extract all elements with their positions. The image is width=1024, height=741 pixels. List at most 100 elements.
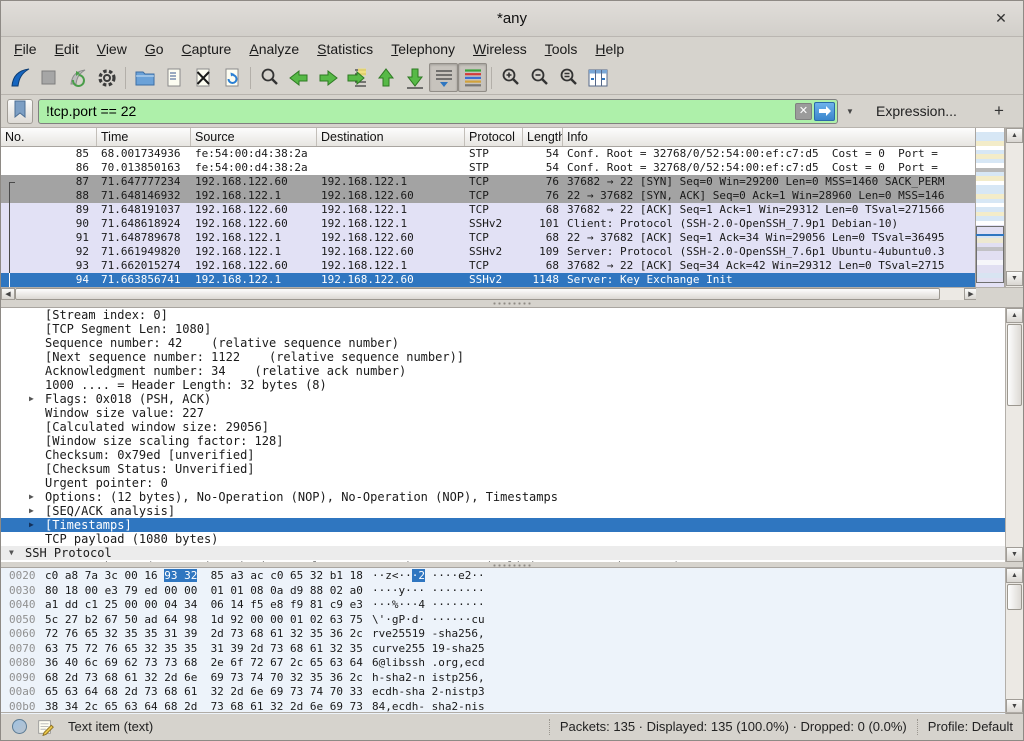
- ascii-bytes[interactable]: ··z<···2 ····e2··: [372, 569, 485, 584]
- zoom-in-button[interactable]: [496, 63, 525, 92]
- column-header-destination[interactable]: Destination: [317, 128, 465, 146]
- hex-row-0080[interactable]: 008036 40 6c 69 62 73 73 68 2e 6f 72 67 …: [1, 656, 1005, 671]
- ascii-bytes[interactable]: ····y··· ········: [372, 584, 485, 599]
- packet-row-90[interactable]: 9071.648618924192.168.122.60192.168.122.…: [1, 217, 978, 231]
- restart-capture-button[interactable]: [63, 63, 92, 92]
- reload-file-button[interactable]: [217, 63, 246, 92]
- detail-line[interactable]: Sequence number: 42 (relative sequence n…: [1, 336, 1005, 350]
- menu-analyze[interactable]: Analyze: [240, 39, 308, 59]
- go-to-packet-button[interactable]: [342, 63, 371, 92]
- packet-row-93[interactable]: 9371.662015274192.168.122.60192.168.122.…: [1, 259, 978, 273]
- hex-row-0050[interactable]: 00505c 27 b2 67 50 ad 64 98 1d 92 00 00 …: [1, 613, 1005, 628]
- ascii-bytes[interactable]: rve25519 -sha256,: [372, 627, 485, 642]
- menu-help[interactable]: Help: [586, 39, 633, 59]
- packet-row-91[interactable]: 9171.648789678192.168.122.1192.168.122.6…: [1, 231, 978, 245]
- go-back-button[interactable]: [284, 63, 313, 92]
- hex-bytes[interactable]: 5c 27 b2 67 50 ad 64 98 1d 92 00 00 01 0…: [37, 613, 372, 628]
- hex-bytes[interactable]: 63 75 72 76 65 32 35 35 31 39 2d 73 68 6…: [37, 642, 372, 657]
- title-bar[interactable]: *any ✕: [1, 1, 1023, 37]
- go-to-top-button[interactable]: [371, 63, 400, 92]
- menu-view[interactable]: View: [88, 39, 136, 59]
- go-to-bottom-button[interactable]: [400, 63, 429, 92]
- ascii-bytes[interactable]: ecdh-sha 2-nistp3: [372, 685, 485, 700]
- collapsed-arrow-icon[interactable]: ▶: [29, 490, 34, 504]
- details-scroll-thumb[interactable]: [1007, 324, 1022, 406]
- ascii-bytes[interactable]: \'·gP·d· ······cu: [372, 613, 485, 628]
- expert-info-icon[interactable]: [11, 718, 28, 735]
- menu-file[interactable]: File: [5, 39, 46, 59]
- resize-columns-button[interactable]: [583, 63, 612, 92]
- open-file-button[interactable]: [130, 63, 159, 92]
- details-vertical-scrollbar[interactable]: ▲ ▼: [1005, 308, 1023, 562]
- filter-apply-button[interactable]: [814, 102, 835, 121]
- pane-splitter[interactable]: [1, 300, 1023, 307]
- detail-line[interactable]: ▼SSH Protocol: [1, 546, 1005, 560]
- column-header-protocol[interactable]: Protocol: [465, 128, 523, 146]
- detail-line[interactable]: TCP payload (1080 bytes): [1, 532, 1005, 546]
- detail-line[interactable]: [Calculated window size: 29056]: [1, 420, 1005, 434]
- filter-bookmark-button[interactable]: [7, 99, 33, 124]
- find-packet-button[interactable]: [255, 63, 284, 92]
- hex-row-0020[interactable]: 0020c0 a8 7a 3c 00 16 93 32 85 a3 ac c0 …: [1, 569, 1005, 584]
- scroll-down-arrow[interactable]: ▼: [1006, 547, 1023, 562]
- filter-clear-button[interactable]: ✕: [795, 103, 812, 120]
- scroll-up-arrow[interactable]: ▲: [1006, 308, 1023, 323]
- hex-row-0070[interactable]: 007063 75 72 76 65 32 35 35 31 39 2d 73 …: [1, 642, 1005, 657]
- hex-bytes[interactable]: c0 a8 7a 3c 00 16 93 32 85 a3 ac c0 65 3…: [37, 569, 372, 584]
- hex-row-0090[interactable]: 009068 2d 73 68 61 32 2d 6e 69 73 74 70 …: [1, 671, 1005, 686]
- detail-line[interactable]: Checksum: 0x79ed [unverified]: [1, 448, 1005, 462]
- column-header-length[interactable]: Length: [523, 128, 563, 146]
- scroll-up-arrow[interactable]: ▲: [1006, 568, 1023, 583]
- hex-row-0060[interactable]: 006072 76 65 32 35 35 31 39 2d 73 68 61 …: [1, 627, 1005, 642]
- packet-row-92[interactable]: 9271.661949820192.168.122.1192.168.122.6…: [1, 245, 978, 259]
- display-filter-input[interactable]: [44, 102, 795, 120]
- detail-line[interactable]: ▶Flags: 0x018 (PSH, ACK): [1, 392, 1005, 406]
- zoom-reset-button[interactable]: [554, 63, 583, 92]
- filter-add-button[interactable]: +: [989, 101, 1009, 121]
- column-header-info[interactable]: Info: [563, 128, 978, 146]
- packet-list-header[interactable]: No.TimeSourceDestinationProtocolLengthIn…: [1, 128, 978, 147]
- hex-bytes[interactable]: 65 63 64 68 2d 73 68 61 32 2d 6e 69 73 7…: [37, 685, 372, 700]
- packet-row-87[interactable]: 8771.647777234192.168.122.60192.168.122.…: [1, 175, 978, 189]
- packet-list-vertical-scrollbar[interactable]: ▲ ▼: [1005, 128, 1023, 287]
- hex-row-0040[interactable]: 0040a1 dd c1 25 00 00 04 34 06 14 f5 e8 …: [1, 598, 1005, 613]
- detail-line[interactable]: ▶Options: (12 bytes), No-Operation (NOP)…: [1, 490, 1005, 504]
- column-header-source[interactable]: Source: [191, 128, 317, 146]
- ascii-bytes[interactable]: 6@libssh .org,ecd: [372, 656, 485, 671]
- packet-list-minimap-scrollbar[interactable]: [975, 128, 1005, 287]
- horizontal-scroll-thumb[interactable]: [15, 288, 940, 300]
- detail-line[interactable]: [TCP Segment Len: 1080]: [1, 322, 1005, 336]
- detail-line[interactable]: [Checksum Status: Unverified]: [1, 462, 1005, 476]
- packet-row-86[interactable]: 8670.013850163fe:54:00:d4:38:2aSTP54Conf…: [1, 161, 978, 175]
- hex-bytes[interactable]: 80 18 00 e3 79 ed 00 00 01 01 08 0a d9 8…: [37, 584, 372, 599]
- bytes-vertical-scrollbar[interactable]: ▲ ▼: [1005, 568, 1023, 714]
- hex-bytes[interactable]: 36 40 6c 69 62 73 73 68 2e 6f 72 67 2c 6…: [37, 656, 372, 671]
- scroll-down-arrow[interactable]: ▼: [1006, 271, 1023, 286]
- detail-line[interactable]: ▶[Timestamps]: [1, 518, 1005, 532]
- packet-row-89[interactable]: 8971.648191037192.168.122.60192.168.122.…: [1, 203, 978, 217]
- detail-line[interactable]: [Stream index: 0]: [1, 308, 1005, 322]
- window-close-button[interactable]: ✕: [989, 1, 1013, 36]
- capture-options-button[interactable]: [92, 63, 121, 92]
- zoom-out-button[interactable]: [525, 63, 554, 92]
- column-header-time[interactable]: Time: [97, 128, 191, 146]
- stop-capture-button[interactable]: [34, 63, 63, 92]
- filter-history-dropdown[interactable]: ▼: [843, 99, 857, 124]
- menu-edit[interactable]: Edit: [46, 39, 88, 59]
- collapsed-arrow-icon[interactable]: ▶: [29, 518, 34, 532]
- hex-bytes[interactable]: a1 dd c1 25 00 00 04 34 06 14 f5 e8 f9 8…: [37, 598, 372, 613]
- packet-list-horizontal-scrollbar[interactable]: ◀ ▶: [1, 287, 978, 300]
- menu-go[interactable]: Go: [136, 39, 173, 59]
- detail-line[interactable]: Urgent pointer: 0: [1, 476, 1005, 490]
- save-file-button[interactable]: [159, 63, 188, 92]
- packet-row-85[interactable]: 8568.001734936fe:54:00:d4:38:2aSTP54Conf…: [1, 147, 978, 161]
- auto-scroll-toggle[interactable]: [429, 63, 458, 92]
- detail-line[interactable]: Window size value: 227: [1, 406, 1005, 420]
- start-capture-button[interactable]: [5, 63, 34, 92]
- scroll-up-arrow[interactable]: ▲: [1006, 128, 1023, 143]
- column-header-no[interactable]: No.: [1, 128, 97, 146]
- scroll-left-arrow[interactable]: ◀: [1, 288, 15, 300]
- detail-line[interactable]: [Window size scaling factor: 128]: [1, 434, 1005, 448]
- menu-statistics[interactable]: Statistics: [308, 39, 382, 59]
- close-file-button[interactable]: [188, 63, 217, 92]
